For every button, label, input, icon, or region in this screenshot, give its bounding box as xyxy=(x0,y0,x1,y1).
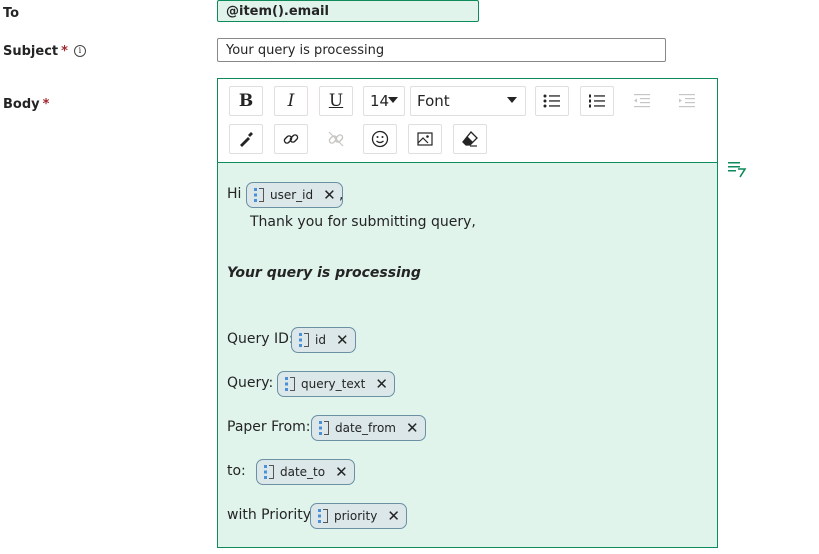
to-field[interactable]: @item().email xyxy=(217,0,479,22)
thanks-text: Thank you for submitting query, xyxy=(250,214,476,230)
subject-label-row: Subject * i xyxy=(3,44,86,59)
indent-increase-icon xyxy=(679,94,695,108)
chip-label: date_from xyxy=(335,421,396,435)
paper-from-label: Paper From: xyxy=(227,419,311,435)
editor-toolbar: B I U 14 Font xyxy=(218,79,717,163)
dynamic-content-chip[interactable]: id ✕ xyxy=(291,327,356,353)
required-marker: * xyxy=(61,44,68,59)
close-icon[interactable]: ✕ xyxy=(406,420,419,436)
expression-icon xyxy=(299,333,309,347)
italic-button[interactable]: I xyxy=(274,86,308,116)
numbered-list-icon xyxy=(589,94,605,108)
close-icon[interactable]: ✕ xyxy=(375,376,388,392)
bold-button[interactable]: B xyxy=(229,86,263,116)
body-editor[interactable]: B I U 14 Font Hi user_id ✕ , Thank you f… xyxy=(217,78,718,548)
unlink-icon xyxy=(328,131,344,147)
underline-button[interactable]: U xyxy=(319,86,353,116)
decrease-indent-button[interactable] xyxy=(625,86,659,116)
query-label: Query: xyxy=(227,375,274,391)
body-heading: Your query is processing xyxy=(227,265,421,281)
chevron-down-icon xyxy=(507,97,517,103)
increase-indent-button[interactable] xyxy=(670,86,704,116)
chevron-down-icon xyxy=(388,97,398,103)
expression-icon xyxy=(254,188,264,202)
emoji-icon xyxy=(371,130,389,148)
dynamic-content-chip[interactable]: query_text ✕ xyxy=(277,371,395,397)
numbered-list-button[interactable] xyxy=(580,86,614,116)
close-icon[interactable]: ✕ xyxy=(336,332,349,348)
close-icon[interactable]: ✕ xyxy=(323,187,336,203)
chip-label: priority xyxy=(334,509,378,523)
editor-content[interactable]: Hi user_id ✕ , Thank you for submitting q… xyxy=(218,163,717,547)
dynamic-content-icon[interactable] xyxy=(727,160,747,180)
greeting-text: Hi xyxy=(227,186,242,202)
clear-format-button[interactable] xyxy=(453,124,487,154)
chip-label: id xyxy=(315,333,326,347)
query-id-label: Query ID: xyxy=(227,331,294,347)
emoji-button[interactable] xyxy=(363,124,397,154)
dynamic-content-chip[interactable]: date_to ✕ xyxy=(256,459,355,485)
color-picker-icon xyxy=(240,132,253,147)
to-date-label: to: xyxy=(227,463,246,479)
indent-decrease-icon xyxy=(634,94,650,108)
image-button[interactable] xyxy=(408,124,442,154)
expression-icon xyxy=(319,421,329,435)
chip-label: user_id xyxy=(270,188,314,202)
bullet-list-button[interactable] xyxy=(535,86,569,116)
image-icon xyxy=(417,132,433,146)
close-icon[interactable]: ✕ xyxy=(335,464,348,480)
subject-label: Subject xyxy=(3,44,59,59)
comma-text: , xyxy=(339,187,344,203)
dynamic-content-chip[interactable]: date_from ✕ xyxy=(311,415,426,441)
priority-label: with Priority: xyxy=(227,507,315,523)
required-marker: * xyxy=(42,97,50,112)
dynamic-content-chip[interactable]: user_id ✕ xyxy=(246,182,343,208)
font-value: Font xyxy=(417,92,450,110)
info-icon[interactable]: i xyxy=(73,45,86,57)
unlink-button[interactable] xyxy=(319,124,353,154)
font-dropdown[interactable]: Font xyxy=(410,86,526,116)
subject-field[interactable]: Your query is processing xyxy=(217,38,666,62)
color-picker-button[interactable] xyxy=(229,124,263,154)
chip-label: query_text xyxy=(301,377,366,391)
chip-label: date_to xyxy=(280,465,326,479)
to-label: To xyxy=(3,6,20,21)
expression-icon xyxy=(264,465,274,479)
font-size-dropdown[interactable]: 14 xyxy=(363,86,405,116)
body-label-row: Body * xyxy=(3,97,49,112)
link-button[interactable] xyxy=(274,124,308,154)
link-icon xyxy=(283,134,299,144)
font-size-value: 14 xyxy=(370,92,390,110)
bullet-list-icon xyxy=(543,94,560,108)
expression-icon xyxy=(285,377,295,391)
body-label: Body xyxy=(3,97,40,112)
clear-format-icon xyxy=(462,131,478,147)
close-icon[interactable]: ✕ xyxy=(387,508,400,524)
expression-icon xyxy=(318,509,328,523)
dynamic-content-chip[interactable]: priority ✕ xyxy=(310,503,407,529)
